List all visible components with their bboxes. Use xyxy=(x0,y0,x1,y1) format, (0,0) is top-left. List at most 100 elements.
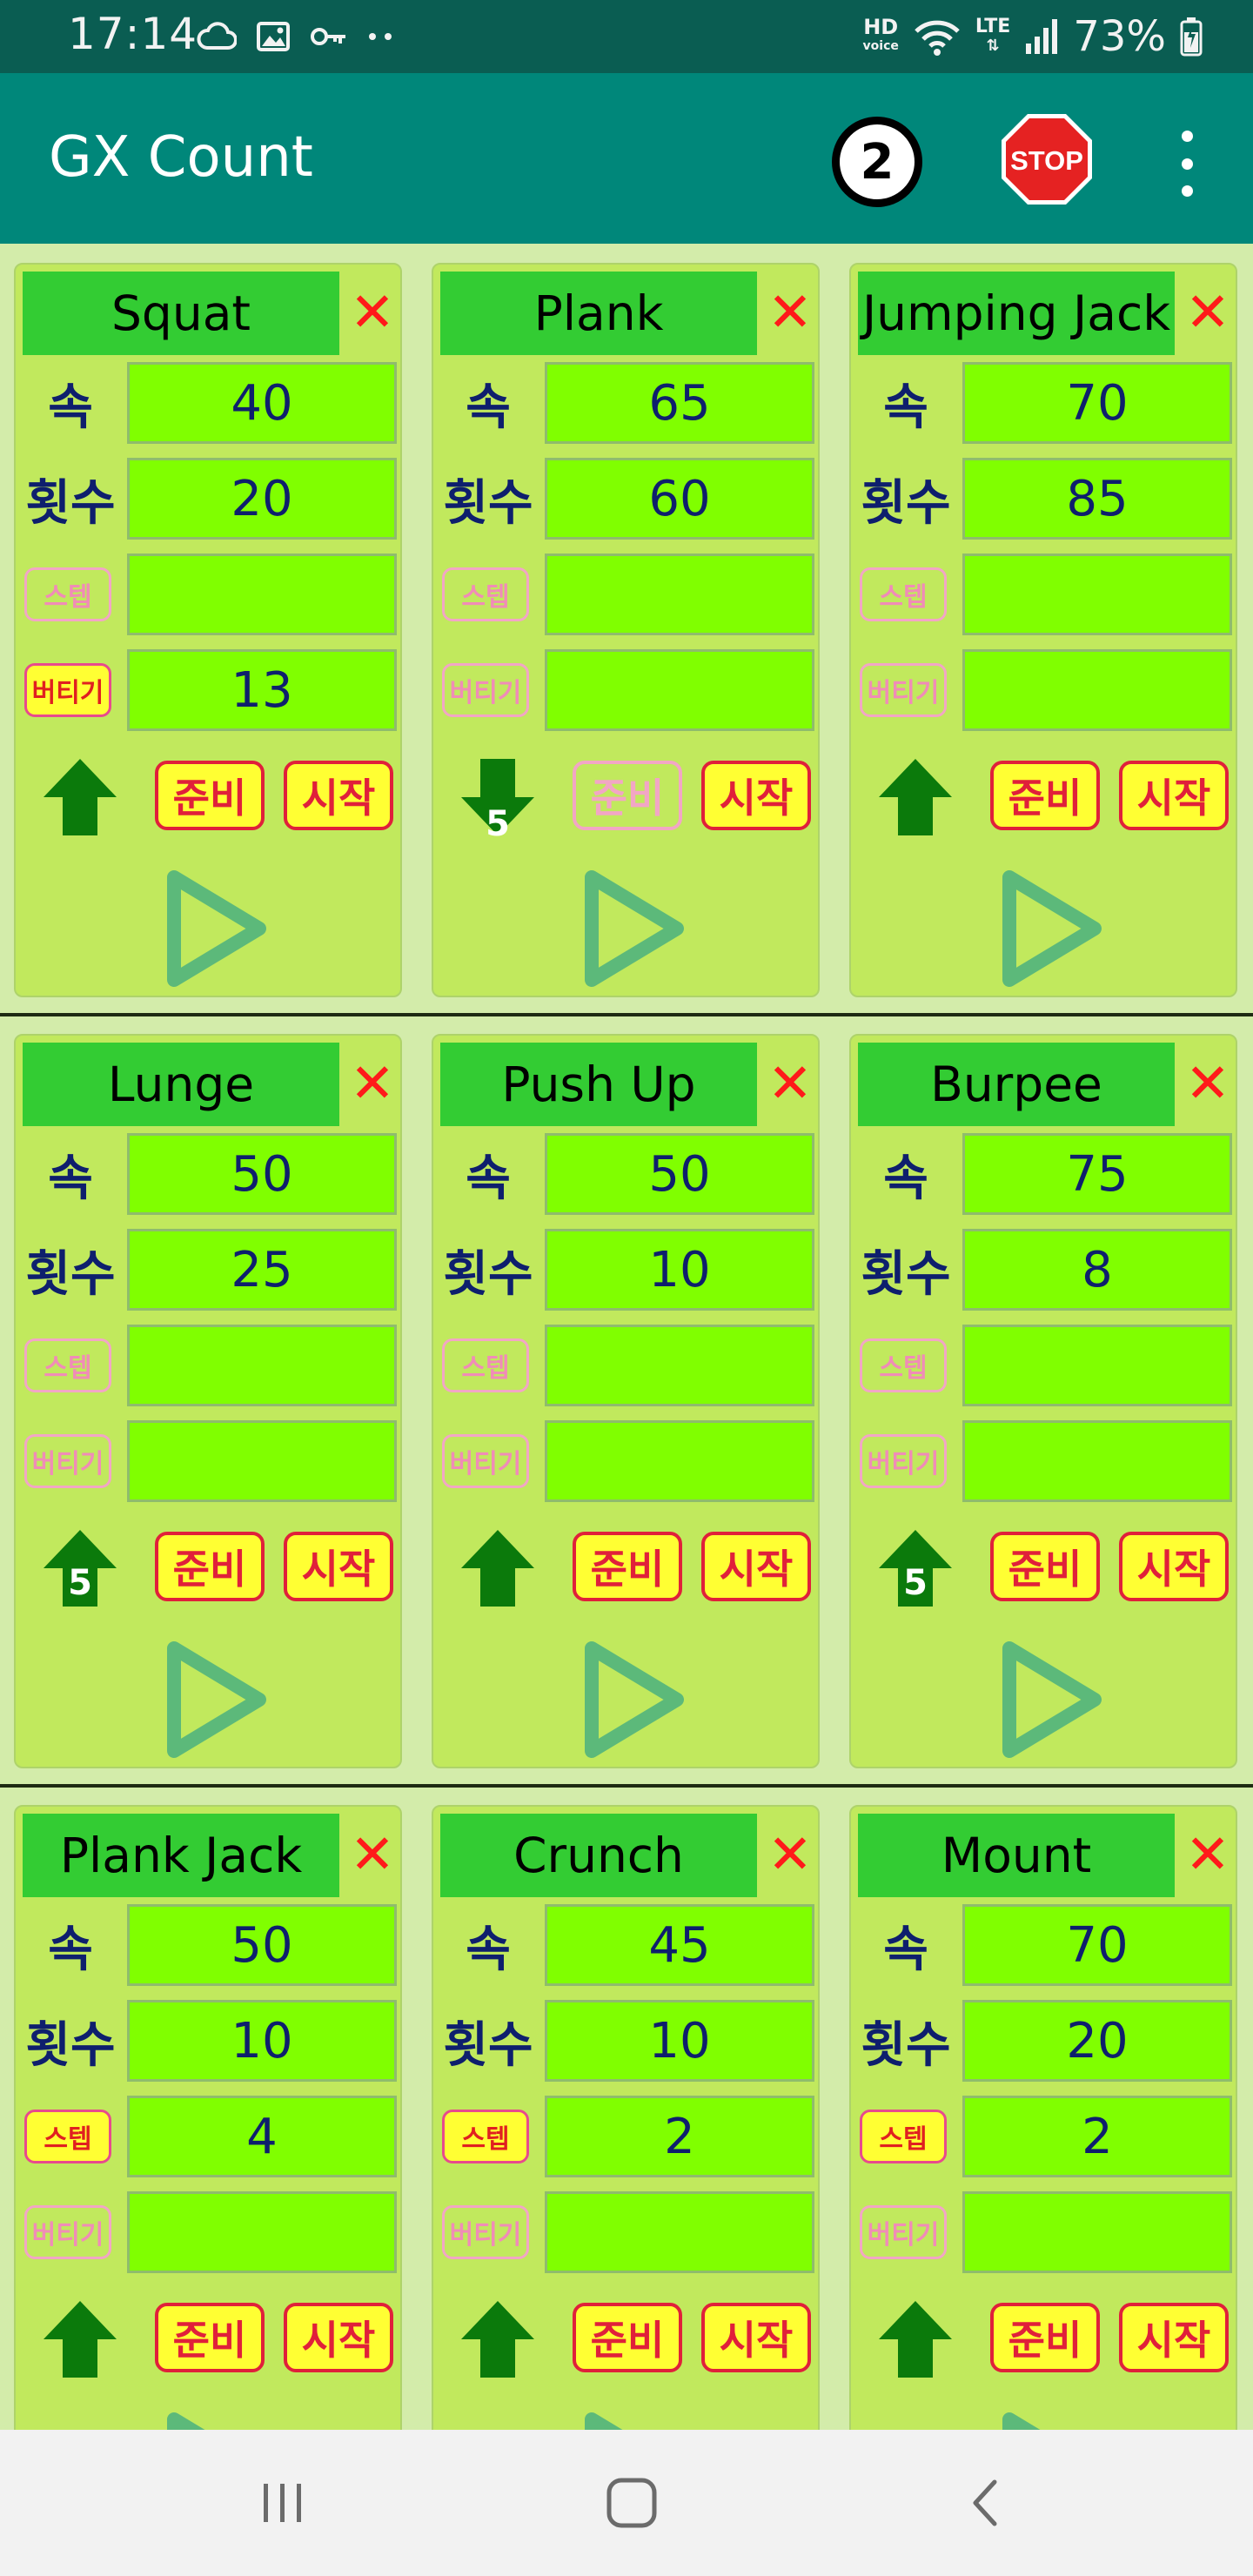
arrow-up-icon[interactable]: 5 xyxy=(872,1525,959,1612)
start-button[interactable]: 시작 xyxy=(701,761,811,830)
step-toggle[interactable]: 스텝 xyxy=(442,567,529,621)
ready-button[interactable]: 준비 xyxy=(573,761,682,830)
speed-field[interactable]: 50 xyxy=(127,1904,397,1986)
play-icon[interactable] xyxy=(990,1634,1112,1765)
exercise-title[interactable]: Jumping Jack xyxy=(858,272,1175,355)
play-icon[interactable] xyxy=(573,1634,694,1765)
hold-field[interactable] xyxy=(545,649,814,731)
step-toggle[interactable]: 스텝 xyxy=(24,1338,111,1392)
start-button[interactable]: 시작 xyxy=(284,2303,393,2372)
close-icon[interactable]: ✕ xyxy=(346,1819,399,1888)
step-toggle[interactable]: 스텝 xyxy=(24,2110,111,2163)
hold-field[interactable] xyxy=(545,2191,814,2273)
exercise-title[interactable]: Plank xyxy=(440,272,757,355)
speed-field[interactable]: 70 xyxy=(962,1904,1232,1986)
reps-field[interactable]: 20 xyxy=(962,2000,1232,2082)
step-toggle[interactable]: 스텝 xyxy=(860,1338,947,1392)
play-icon[interactable] xyxy=(155,863,277,994)
close-icon[interactable]: ✕ xyxy=(1182,277,1234,346)
speed-field[interactable]: 50 xyxy=(127,1133,397,1215)
step-field[interactable]: 2 xyxy=(545,2096,814,2177)
speed-field[interactable]: 75 xyxy=(962,1133,1232,1215)
arrow-up-icon[interactable]: 5 xyxy=(37,1525,124,1612)
start-button[interactable]: 시작 xyxy=(1119,761,1229,830)
play-icon[interactable] xyxy=(990,2405,1112,2430)
ready-button[interactable]: 준비 xyxy=(155,1532,265,1601)
speed-field[interactable]: 45 xyxy=(545,1904,814,1986)
hold-toggle[interactable]: 버티기 xyxy=(442,663,529,717)
hold-field[interactable] xyxy=(962,2191,1232,2273)
play-icon[interactable] xyxy=(155,2405,277,2430)
close-icon[interactable]: ✕ xyxy=(764,1819,816,1888)
reps-field[interactable]: 20 xyxy=(127,458,397,540)
play-icon[interactable] xyxy=(573,863,694,994)
reps-field[interactable]: 10 xyxy=(127,2000,397,2082)
close-icon[interactable]: ✕ xyxy=(764,277,816,346)
speed-field[interactable]: 70 xyxy=(962,362,1232,444)
step-field[interactable] xyxy=(127,553,397,635)
hold-toggle[interactable]: 버티기 xyxy=(24,2205,111,2259)
start-button[interactable]: 시작 xyxy=(701,2303,811,2372)
exercise-title[interactable]: Plank Jack xyxy=(23,1814,339,1897)
ready-button[interactable]: 준비 xyxy=(573,2303,682,2372)
more-vert-icon[interactable] xyxy=(1169,131,1204,197)
hold-toggle[interactable]: 버티기 xyxy=(24,1434,111,1488)
ready-button[interactable]: 준비 xyxy=(990,761,1100,830)
arrow-up-icon[interactable] xyxy=(454,1525,541,1612)
close-icon[interactable]: ✕ xyxy=(346,1048,399,1117)
speed-field[interactable]: 40 xyxy=(127,362,397,444)
hold-field[interactable] xyxy=(962,1420,1232,1502)
start-button[interactable]: 시작 xyxy=(1119,1532,1229,1601)
close-icon[interactable]: ✕ xyxy=(1182,1048,1234,1117)
step-toggle[interactable]: 스텝 xyxy=(24,567,111,621)
hold-toggle[interactable]: 버티기 xyxy=(860,2205,947,2259)
hold-toggle[interactable]: 버티기 xyxy=(860,663,947,717)
arrow-up-icon[interactable] xyxy=(872,754,959,841)
exercise-title[interactable]: Lunge xyxy=(23,1043,339,1126)
exercise-title[interactable]: Push Up xyxy=(440,1043,757,1126)
reps-field[interactable]: 10 xyxy=(545,2000,814,2082)
exercise-title[interactable]: Mount xyxy=(858,1814,1175,1897)
exercise-title[interactable]: Squat xyxy=(23,272,339,355)
ready-button[interactable]: 준비 xyxy=(990,1532,1100,1601)
hold-field[interactable] xyxy=(545,1420,814,1502)
close-icon[interactable]: ✕ xyxy=(1182,1819,1234,1888)
close-icon[interactable]: ✕ xyxy=(346,277,399,346)
arrow-up-icon[interactable] xyxy=(872,2296,959,2383)
reps-field[interactable]: 10 xyxy=(545,1229,814,1311)
play-icon[interactable] xyxy=(990,863,1112,994)
hold-toggle[interactable]: 버티기 xyxy=(442,2205,529,2259)
reps-field[interactable]: 85 xyxy=(962,458,1232,540)
start-button[interactable]: 시작 xyxy=(284,1532,393,1601)
arrow-up-icon[interactable] xyxy=(454,2296,541,2383)
ready-button[interactable]: 준비 xyxy=(990,2303,1100,2372)
step-field[interactable] xyxy=(127,1325,397,1406)
exercise-title[interactable]: Burpee xyxy=(858,1043,1175,1126)
start-button[interactable]: 시작 xyxy=(1119,2303,1229,2372)
ready-button[interactable]: 준비 xyxy=(573,1532,682,1601)
hold-field[interactable] xyxy=(127,1420,397,1502)
speed-field[interactable]: 50 xyxy=(545,1133,814,1215)
arrow-down-icon[interactable]: 5 xyxy=(454,754,541,844)
recent-apps-icon[interactable] xyxy=(248,2468,318,2538)
start-button[interactable]: 시작 xyxy=(284,761,393,830)
close-icon[interactable]: ✕ xyxy=(764,1048,816,1117)
ready-button[interactable]: 준비 xyxy=(155,2303,265,2372)
step-toggle[interactable]: 스텝 xyxy=(860,2110,947,2163)
hold-field[interactable] xyxy=(962,649,1232,731)
step-field[interactable]: 2 xyxy=(962,2096,1232,2177)
play-icon[interactable] xyxy=(155,1634,277,1765)
reps-field[interactable]: 60 xyxy=(545,458,814,540)
start-button[interactable]: 시작 xyxy=(701,1532,811,1601)
step-toggle[interactable]: 스텝 xyxy=(442,2110,529,2163)
ready-button[interactable]: 준비 xyxy=(155,761,265,830)
step-field[interactable] xyxy=(545,553,814,635)
reps-field[interactable]: 25 xyxy=(127,1229,397,1311)
step-field[interactable] xyxy=(962,1325,1232,1406)
hold-toggle[interactable]: 버티기 xyxy=(442,1434,529,1488)
counter-badge[interactable]: 2 xyxy=(832,117,922,207)
step-field[interactable] xyxy=(545,1325,814,1406)
step-toggle[interactable]: 스텝 xyxy=(442,1338,529,1392)
play-icon[interactable] xyxy=(573,2405,694,2430)
hold-field[interactable] xyxy=(127,2191,397,2273)
